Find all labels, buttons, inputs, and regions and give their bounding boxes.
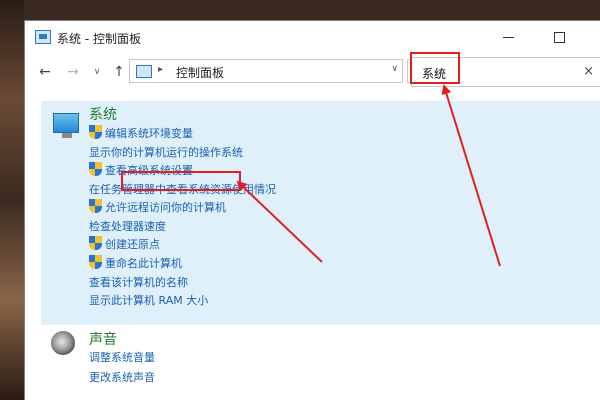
link-allow-remote-access[interactable]: 允许远程访问你的计算机 [105, 199, 226, 215]
maximize-button[interactable] [549, 27, 569, 47]
system-group-title[interactable]: 系统 [89, 104, 117, 124]
link-task-manager-resources[interactable]: 在任务管理器中查看系统资源使用情况 [89, 181, 276, 197]
uac-shield-icon [89, 236, 102, 250]
link-check-processor-speed[interactable]: 检查处理器速度 [89, 218, 166, 234]
breadcrumb-control-panel[interactable]: 控制面板 [176, 64, 224, 81]
link-adjust-volume[interactable]: 调整系统音量 [89, 349, 155, 365]
forward-arrow-icon[interactable]: → [65, 63, 81, 81]
desktop-background [0, 0, 24, 400]
link-view-computer-name[interactable]: 查看该计算机的名称 [89, 274, 188, 290]
link-show-os[interactable]: 显示你的计算机运行的操作系统 [89, 144, 243, 160]
uac-shield-icon [89, 162, 102, 176]
address-bar[interactable]: ▸ 控制面板 ∨ [129, 59, 403, 83]
control-panel-icon [136, 65, 152, 78]
computer-icon [53, 113, 79, 138]
results-pane: 系统 编辑系统环境变量 显示你的计算机运行的操作系统 查看高级系统设置 在任务管… [25, 95, 600, 400]
recent-locations-chevron-icon[interactable]: ∨ [89, 63, 105, 81]
search-query: 系统 [422, 67, 447, 81]
window-title: 系统 - 控制面板 [57, 32, 141, 46]
title-bar: 系统 - 控制面板 [25, 21, 600, 53]
uac-shield-icon [89, 125, 102, 139]
search-input[interactable]: 系统 × [411, 57, 600, 87]
up-arrow-icon[interactable]: ↑ [111, 63, 127, 81]
back-arrow-icon[interactable]: ← [37, 63, 53, 81]
clear-search-icon[interactable]: × [583, 64, 594, 79]
address-dropdown-icon[interactable]: ∨ [391, 64, 398, 74]
control-panel-icon [35, 30, 51, 44]
link-change-system-sounds[interactable]: 更改系统声音 [89, 369, 155, 385]
link-edit-environment-variables[interactable]: 编辑系统环境变量 [105, 125, 193, 141]
minimize-button[interactable] [499, 27, 519, 47]
control-panel-window: 系统 - 控制面板 ← → ∨ ↑ ▸ 控制面板 ∨ ↻ 系统 × 系统 编辑系… [24, 20, 600, 400]
link-rename-computer[interactable]: 重命名此计算机 [105, 255, 182, 271]
system-results-group: 系统 编辑系统环境变量 显示你的计算机运行的操作系统 查看高级系统设置 在任务管… [41, 101, 600, 325]
uac-shield-icon [89, 255, 102, 269]
speaker-icon [51, 331, 75, 355]
navigation-bar: ← → ∨ ↑ ▸ 控制面板 ∨ ↻ 系统 × [25, 57, 600, 87]
uac-shield-icon [89, 199, 102, 213]
sound-group-title[interactable]: 声音 [89, 329, 117, 349]
breadcrumb-separator-icon: ▸ [158, 64, 164, 75]
link-show-ram-size[interactable]: 显示此计算机 RAM 大小 [89, 292, 208, 308]
link-create-restore-point[interactable]: 创建还原点 [105, 236, 160, 252]
link-advanced-system-settings[interactable]: 查看高级系统设置 [105, 162, 193, 178]
